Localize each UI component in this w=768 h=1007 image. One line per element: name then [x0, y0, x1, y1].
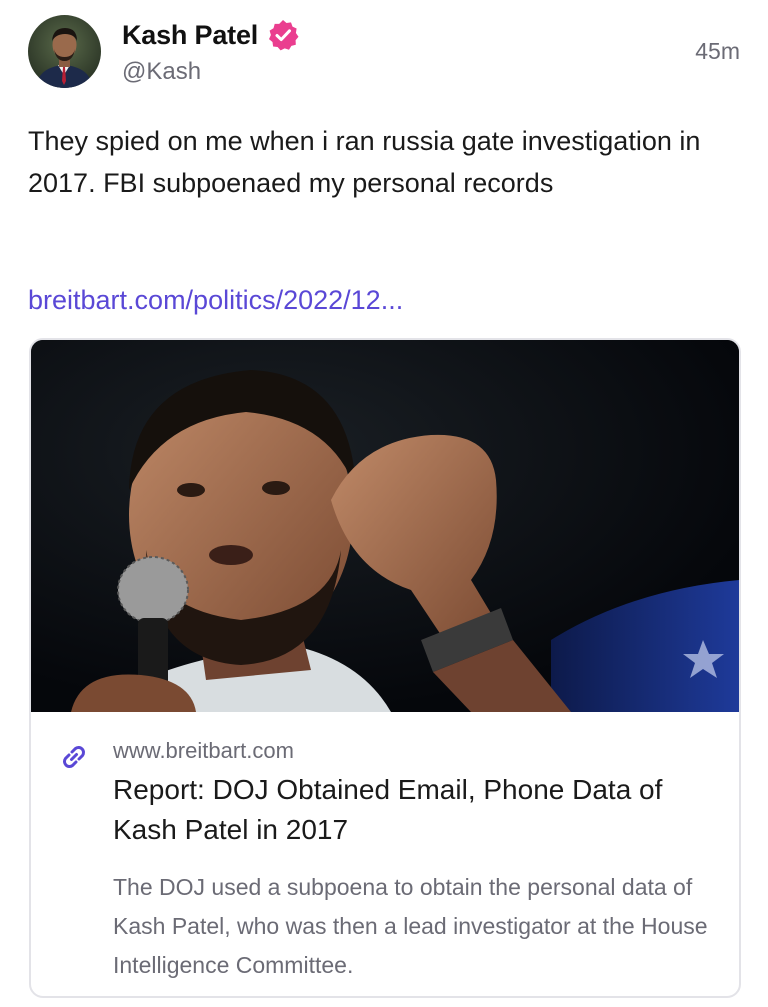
card-domain: www.breitbart.com — [113, 738, 294, 763]
verified-badge-icon — [269, 20, 299, 51]
post-link[interactable]: breitbart.com/politics/2022/12... — [28, 285, 403, 316]
post-text: They spied on me when i ran russia gate … — [28, 126, 701, 198]
author-display-name[interactable]: Kash Patel — [122, 20, 258, 51]
link-icon — [63, 746, 85, 768]
card-description: The DOJ used a subpoena to obtain the pe… — [113, 874, 708, 978]
link-preview-image[interactable] — [31, 340, 739, 712]
avatar[interactable] — [28, 15, 101, 88]
card-title[interactable]: Report: DOJ Obtained Email, Phone Data o… — [113, 770, 713, 850]
author-handle[interactable]: @Kash — [122, 58, 201, 86]
post-timestamp[interactable]: 45m — [695, 38, 740, 65]
link-preview-card[interactable]: www.breitbart.com Report: DOJ Obtained E… — [29, 338, 741, 998]
post: Kash Patel @Kash 45m They spied on me wh… — [0, 0, 768, 1007]
author-name-row: Kash Patel — [122, 18, 300, 52]
